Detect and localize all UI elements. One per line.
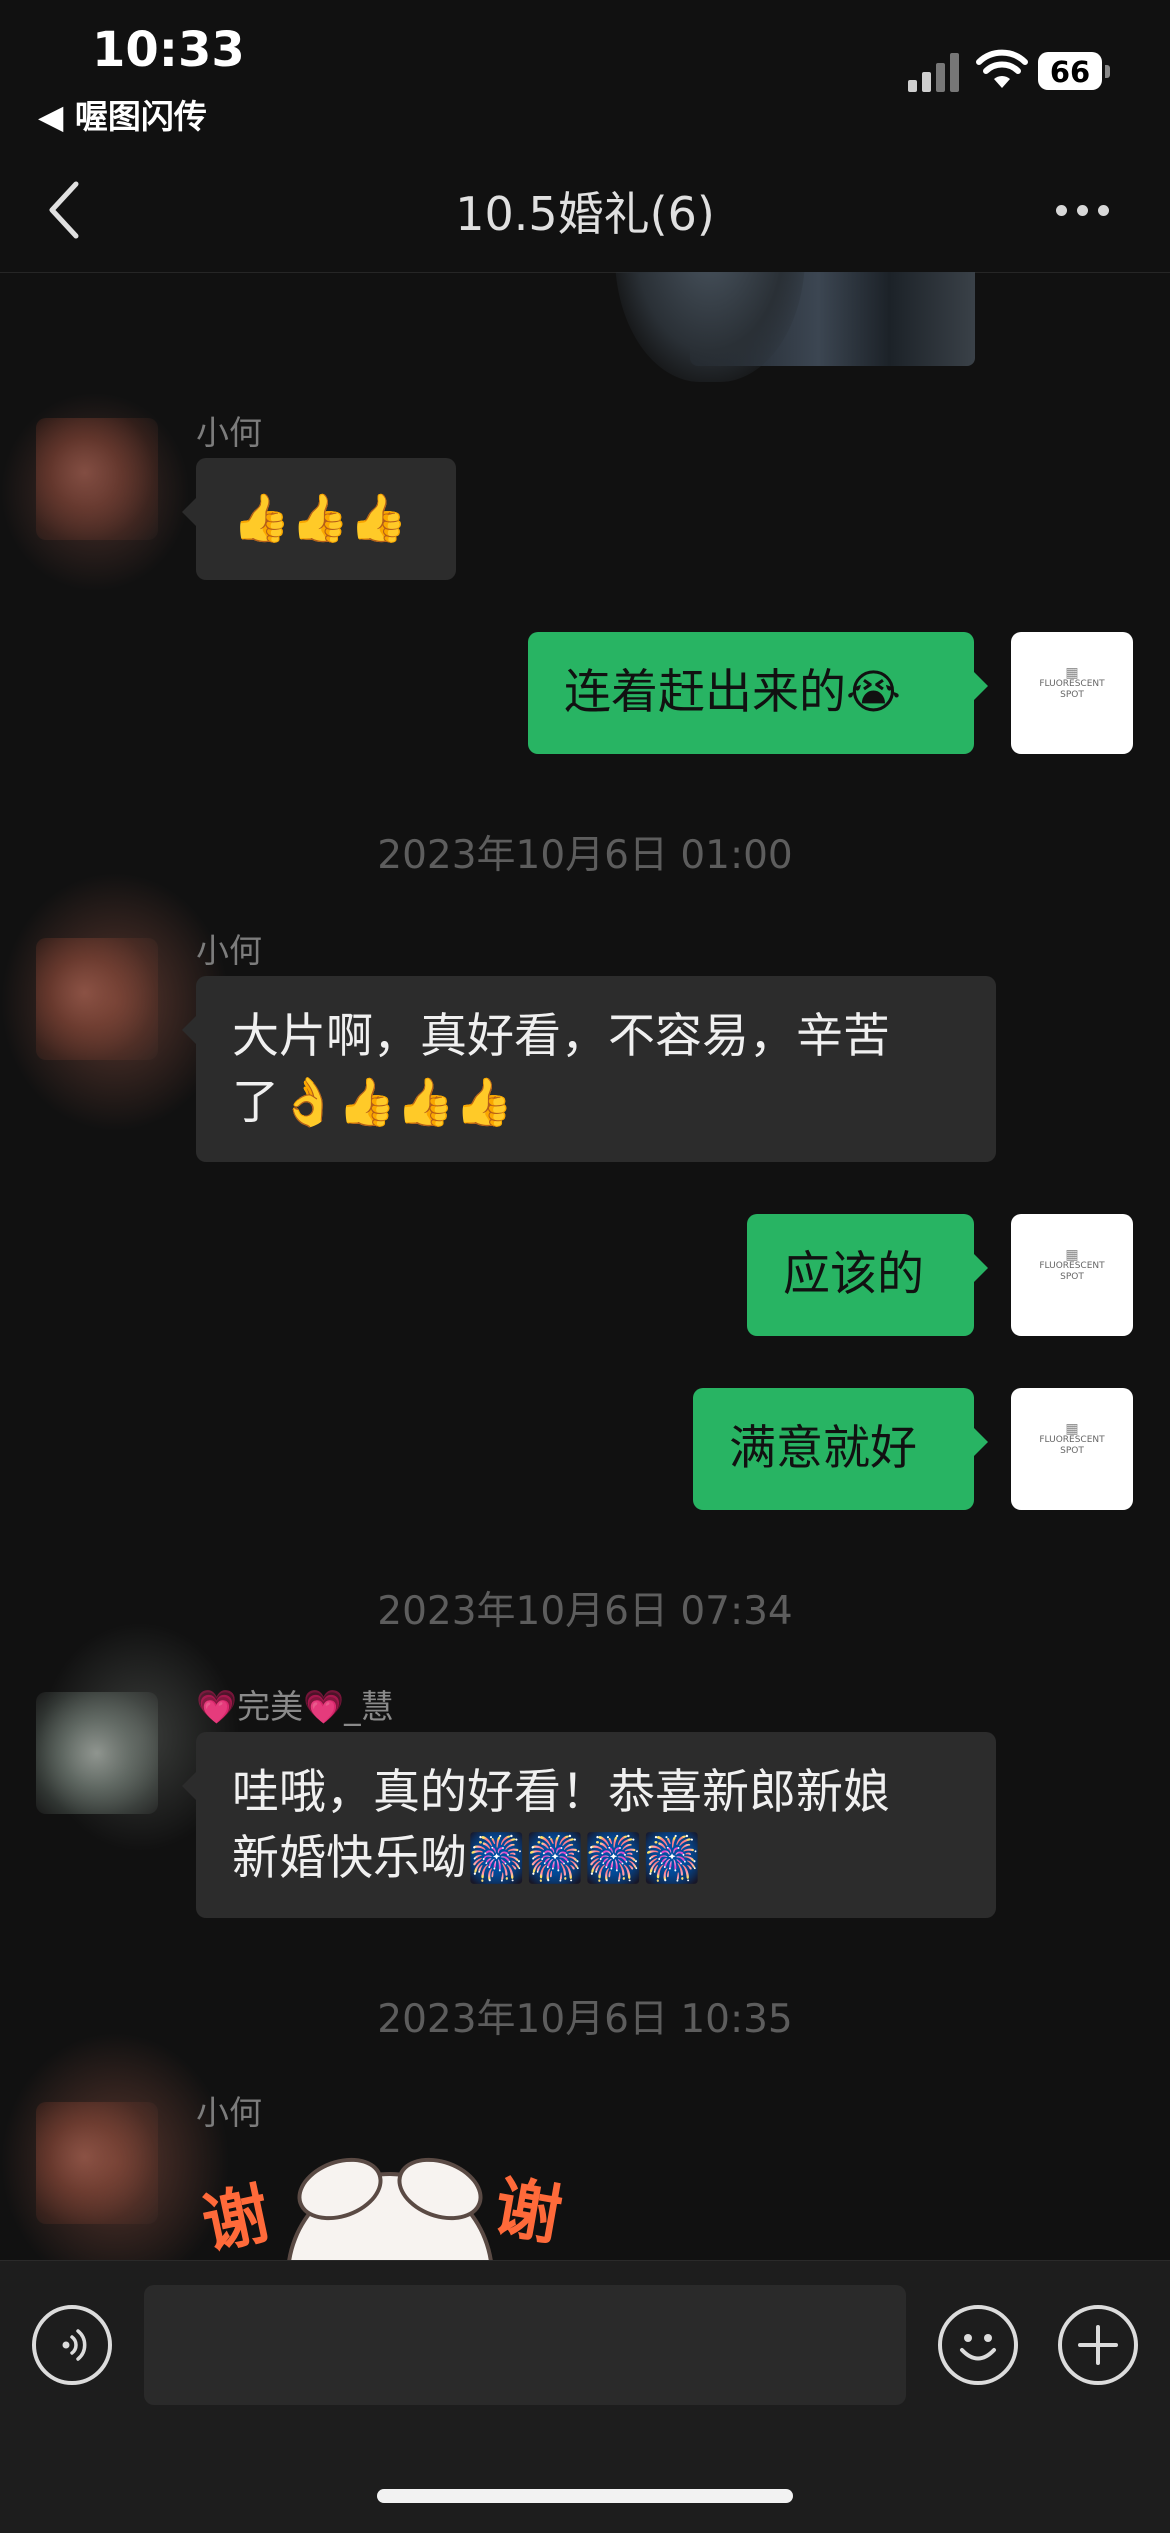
sender-name: 小何: [196, 2093, 262, 2132]
message-bubble[interactable]: 应该的: [747, 1214, 988, 1336]
message-input[interactable]: [144, 2285, 906, 2405]
my-avatar[interactable]: ▦ FLUORESCENT SPOT: [1011, 1214, 1133, 1336]
status-bar: 10:33 ◀ 喔图闪传 66: [0, 0, 1170, 150]
message-list[interactable]: 小何 👍👍👍 连着赶出来的😭 ▦ FLUORESCENT SPOT 2023年1…: [0, 272, 1170, 2260]
battery-icon: 66: [1038, 52, 1112, 92]
message-text: 哇哦，真的好看！恭喜新郎新娘: [232, 1765, 890, 1820]
voice-icon[interactable]: [32, 2305, 112, 2385]
sender-name: 小何: [196, 413, 262, 452]
home-indicator[interactable]: [377, 2489, 793, 2503]
sender-name: 💗完美💗_慧: [196, 1687, 394, 1726]
sticker-text: 谢: [488, 2167, 568, 2256]
sticker-text: 谢: [196, 2174, 277, 2260]
message-text: 新婚快乐呦🎆🎆🎆🎆: [232, 1831, 702, 1886]
my-avatar[interactable]: ▦ FLUORESCENT SPOT: [1011, 632, 1133, 754]
chat-header: 10.5婚礼(6): [0, 150, 1170, 273]
message-text: 连着赶出来的😭: [564, 665, 901, 720]
censor-scribble: [0, 392, 190, 592]
plus-icon[interactable]: [1058, 2305, 1138, 2385]
emoji-icon[interactable]: [938, 2305, 1018, 2385]
input-bar: [0, 2260, 1170, 2533]
timestamp: 2023年10月6日 10:35: [377, 1997, 793, 2042]
cellular-signal-icon: [908, 53, 959, 92]
message-text: 大片啊，真好看，不容易，辛苦: [232, 1009, 890, 1064]
back-to-app-link[interactable]: ◀ 喔图闪传: [38, 90, 207, 138]
message-text: 满意就好: [729, 1421, 917, 1476]
message-bubble[interactable]: 大片啊，真好看，不容易，辛苦 了👌👍👍👍: [182, 976, 996, 1162]
message-bubble[interactable]: 满意就好: [693, 1388, 988, 1510]
timestamp: 2023年10月6日 01:00: [377, 833, 793, 878]
more-options-icon[interactable]: [1048, 198, 1118, 222]
status-time: 10:33: [92, 22, 245, 78]
message-text: 👍👍👍: [232, 491, 408, 546]
message-bubble[interactable]: 连着赶出来的😭: [528, 632, 988, 754]
avatar-logo: ▦ FLUORESCENT SPOT: [1039, 1421, 1105, 1456]
chat-title: 10.5婚礼(6): [455, 187, 715, 241]
sender-name: 小何: [196, 931, 262, 970]
message-bubble[interactable]: 哇哦，真的好看！恭喜新郎新娘 新婚快乐呦🎆🎆🎆🎆: [182, 1732, 996, 1918]
message-text: 了👌👍👍👍: [232, 1075, 514, 1130]
my-avatar[interactable]: ▦ FLUORESCENT SPOT: [1011, 1388, 1133, 1510]
wifi-icon: [976, 49, 1028, 88]
avatar-logo: ▦ FLUORESCENT SPOT: [1039, 1247, 1105, 1282]
avatar-logo: ▦ FLUORESCENT SPOT: [1039, 665, 1105, 700]
message-text: 应该的: [783, 1247, 924, 1302]
battery-level: 66: [1049, 55, 1091, 89]
sticker-message[interactable]: 谢 谢: [196, 2152, 596, 2260]
message-bubble[interactable]: 👍👍👍: [182, 458, 456, 580]
